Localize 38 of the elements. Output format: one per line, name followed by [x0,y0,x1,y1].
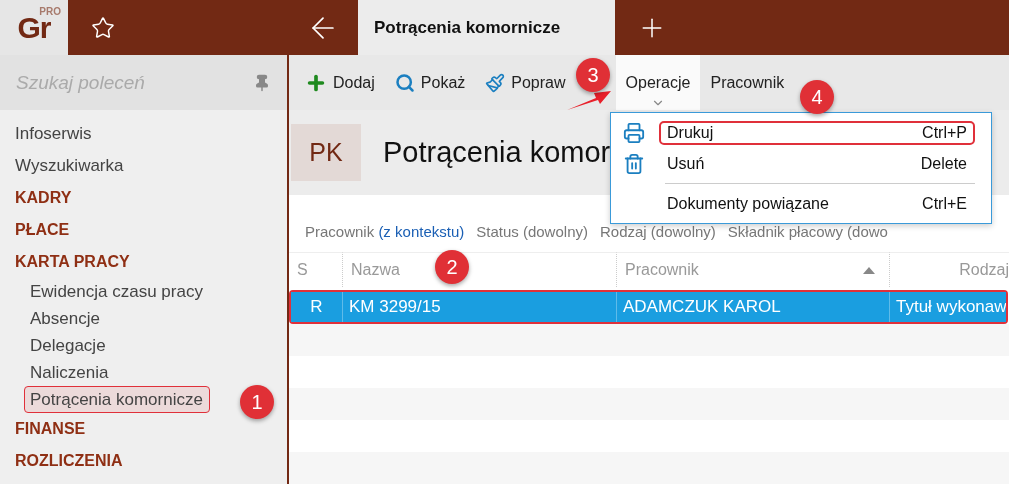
filter[interactable]: Pracownik (z kontekstu) [305,222,465,240]
toolbar-button[interactable]: Operacje [615,55,701,110]
star-icon[interactable] [91,15,115,40]
sidebar-section[interactable]: ROZLICZENIA [0,445,129,477]
sidebar-item[interactable]: Infoserwis [0,118,98,150]
annotation-arrow [566,89,612,111]
sidebar-section[interactable]: PŁACE [0,214,76,246]
page-title: Potrącenia komor [383,135,611,169]
search-icon [394,72,415,93]
printer-icon [623,121,645,144]
sidebar-section[interactable]: KARTA PRACY [0,246,136,278]
pin-icon[interactable] [253,73,271,92]
sidebar-item[interactable]: Absencje [0,305,106,332]
filter[interactable]: Rodzaj (dowolny) [599,222,716,240]
brush-icon [485,72,506,93]
tab[interactable]: Potrącenia komornicze [358,0,615,55]
toolbar-button[interactable]: Pracownik [700,65,795,100]
sort-icon [863,266,875,275]
menu-item[interactable]: Usuń Delete [659,151,975,176]
sidebar-item[interactable]: Ewidencja czasu pracy [0,278,209,305]
sidebar-section[interactable]: FINANSE [0,413,92,445]
module-badge: PK [291,123,361,181]
sidebar-item[interactable]: Wyszukiwarka [0,150,130,182]
toolbar-button[interactable]: Pokaż [384,65,476,100]
sidebar-item[interactable]: Delegacje [0,332,112,359]
app-logo[interactable]: GrPRO [0,0,68,55]
menu-item[interactable]: Drukuj Ctrl+P [659,120,975,145]
trash-icon [623,152,645,175]
sidebar-item[interactable]: Potrącenia komornicze [24,386,210,413]
sidebar-section[interactable]: KADRY [0,182,78,214]
filter[interactable]: Składnik płacowy (dowo [727,222,888,240]
toolbar-button[interactable]: Popraw [475,65,576,100]
toolbar-button[interactable]: Dodaj [295,65,385,100]
sidebar-item[interactable]: Naliczenia [0,359,115,386]
search-bar[interactable]: Szukaj poleceń [0,55,287,110]
search-field[interactable]: Szukaj poleceń [16,71,245,94]
filter[interactable]: Status (dowolny) [476,222,588,240]
menu-item[interactable]: Dokumenty powiązane Ctrl+E [659,191,975,216]
